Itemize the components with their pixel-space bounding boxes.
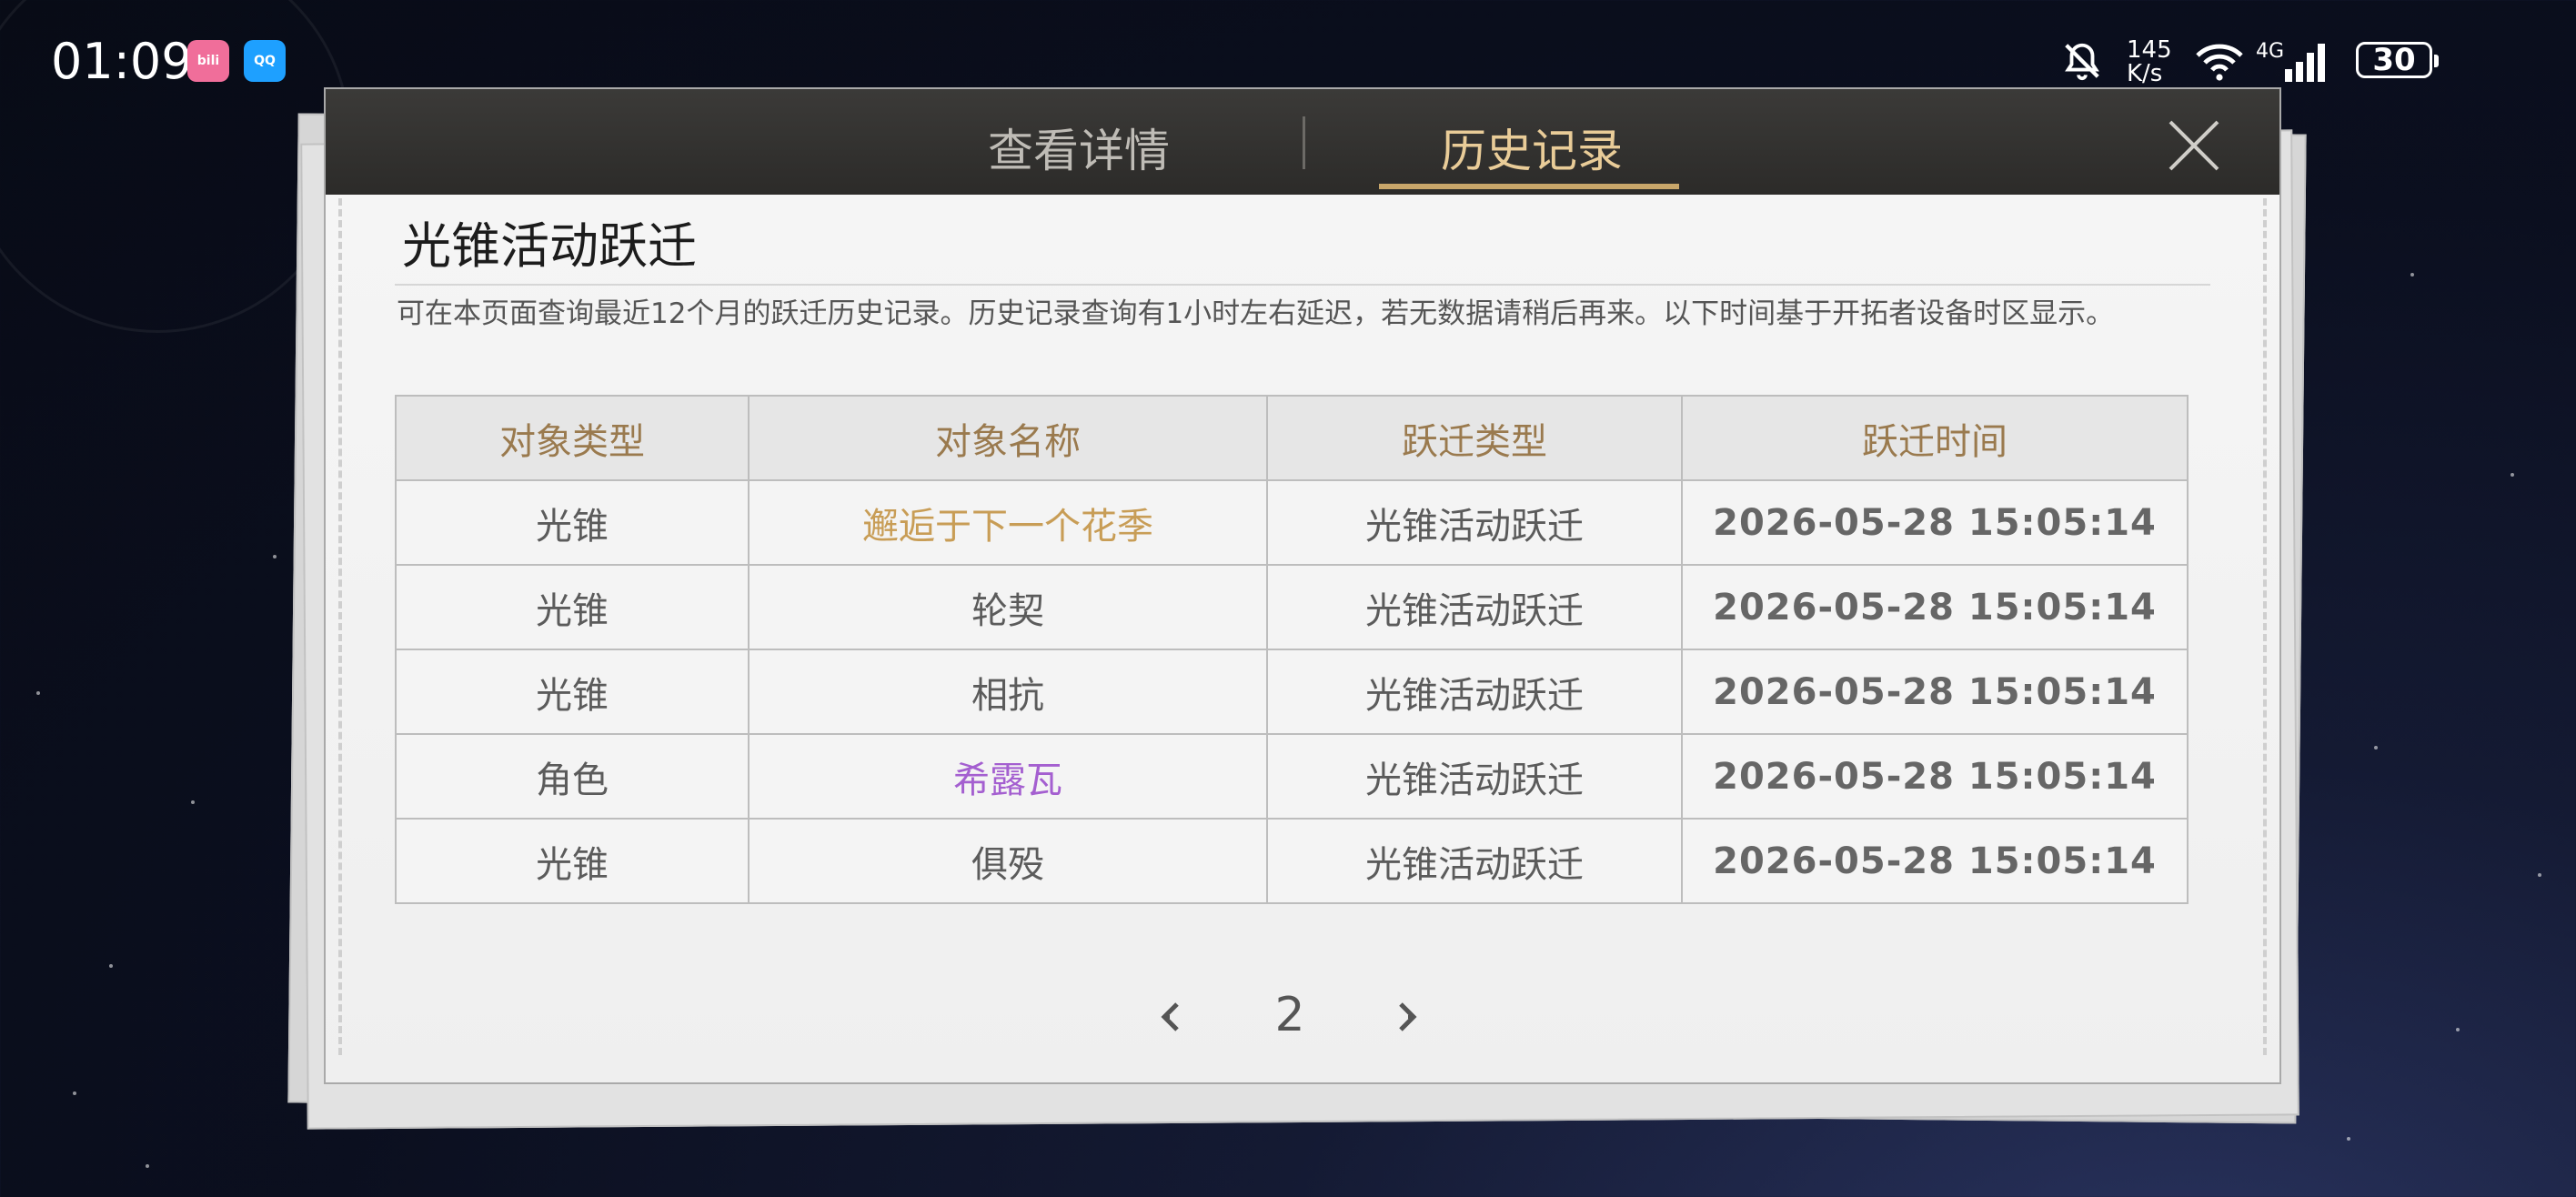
cell-warp-time: 2026-05-28 15:05:14	[1681, 649, 2189, 735]
bilibili-app-icon: bili	[187, 40, 229, 82]
network-speed-unit: K/s	[2127, 60, 2163, 87]
table-row: 光锥 轮契 光锥活动跃迁 2026-05-28 15:05:14	[395, 564, 2189, 650]
cell-object-type: 光锥	[395, 818, 750, 904]
cell-warp-type: 光锥活动跃迁	[1266, 649, 1683, 735]
tab-separator	[1303, 116, 1305, 169]
next-page-icon[interactable]	[1379, 990, 1434, 1044]
table-header-row: 对象类型 对象名称 跃迁类型 跃迁时间	[395, 395, 2189, 481]
page-title: 光锥活动跃迁	[402, 217, 697, 275]
cell-warp-time: 2026-05-28 15:05:14	[1681, 818, 2189, 904]
table-row: 角色 希露瓦 光锥活动跃迁 2026-05-28 15:05:14	[395, 733, 2189, 820]
cell-object-name: 希露瓦	[748, 733, 1268, 820]
cell-object-name: 相抗	[748, 649, 1268, 735]
cell-object-type: 光锥	[395, 479, 750, 566]
cell-object-name: 轮契	[748, 564, 1268, 650]
battery-icon: 30	[2356, 42, 2439, 78]
table-row: 光锥 俱殁 光锥活动跃迁 2026-05-28 15:05:14	[395, 818, 2189, 904]
history-dialog: 查看详情 历史记录 光锥活动跃迁 可在本页面查询最近12个月的跃迁历史记录。历史…	[324, 87, 2281, 1084]
cell-object-type: 角色	[395, 733, 750, 820]
table-row: 光锥 邂逅于下一个花季 光锥活动跃迁 2026-05-28 15:05:14	[395, 479, 2189, 566]
pagination: 2	[326, 988, 2279, 1051]
title-divider	[395, 284, 2210, 286]
active-tab-indicator	[1379, 184, 1679, 189]
cell-object-name: 俱殁	[748, 818, 1268, 904]
cell-object-type: 光锥	[395, 649, 750, 735]
current-page-number: 2	[1274, 988, 1305, 1042]
prev-page-icon[interactable]	[1144, 990, 1199, 1044]
cell-warp-type: 光锥活动跃迁	[1266, 733, 1683, 820]
table-row: 光锥 相抗 光锥活动跃迁 2026-05-28 15:05:14	[395, 649, 2189, 735]
qq-app-icon: QQ	[244, 40, 286, 82]
status-right: 145 K/s 4G 30	[1983, 36, 2576, 91]
close-icon[interactable]	[2165, 116, 2223, 175]
tab-bar: 查看详情 历史记录	[326, 89, 2279, 195]
wifi-icon	[2196, 44, 2243, 81]
cell-warp-time: 2026-05-28 15:05:14	[1681, 564, 2189, 650]
tab-history[interactable]: 历史记录	[1441, 115, 1623, 180]
status-time: 01:09	[51, 33, 193, 90]
signal-icon	[2285, 44, 2325, 82]
network-type: 4G	[2256, 40, 2285, 63]
network-speed: 145 K/s	[2127, 38, 2172, 86]
header-warp-time: 跃迁时间	[1681, 395, 2189, 481]
cell-warp-time: 2026-05-28 15:05:14	[1681, 479, 2189, 566]
header-object-type: 对象类型	[395, 395, 750, 481]
mute-icon	[2065, 43, 2099, 81]
network-speed-value: 145	[2127, 36, 2172, 64]
page-description: 可在本页面查询最近12个月的跃迁历史记录。历史记录查询有1小时左右延迟，若无数据…	[397, 297, 2115, 330]
tab-details[interactable]: 查看详情	[988, 115, 1170, 180]
cell-warp-type: 光锥活动跃迁	[1266, 818, 1683, 904]
cell-warp-time: 2026-05-28 15:05:14	[1681, 733, 2189, 820]
cell-object-name: 邂逅于下一个花季	[748, 479, 1268, 566]
cell-warp-type: 光锥活动跃迁	[1266, 564, 1683, 650]
history-table: 对象类型 对象名称 跃迁类型 跃迁时间 光锥 邂逅于下一个花季 光锥活动跃迁 2…	[395, 395, 2189, 904]
cell-warp-type: 光锥活动跃迁	[1266, 479, 1683, 566]
header-warp-type: 跃迁类型	[1266, 395, 1683, 481]
header-object-name: 对象名称	[748, 395, 1268, 481]
cell-object-type: 光锥	[395, 564, 750, 650]
